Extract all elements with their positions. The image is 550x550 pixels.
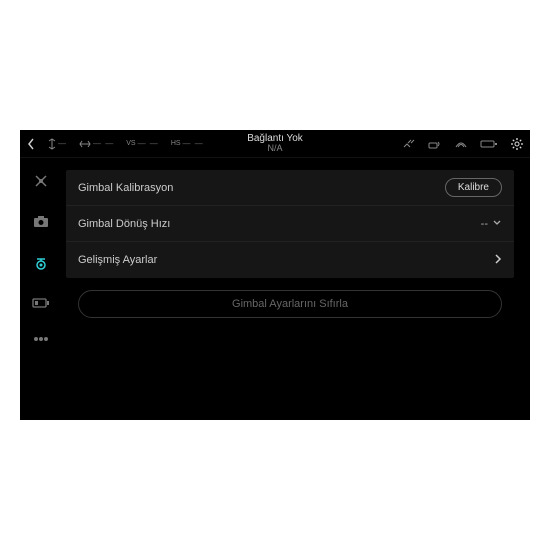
telemetry-altitude-icon: — xyxy=(48,138,67,150)
connection-subtitle: N/A xyxy=(247,144,303,154)
row-label: Gimbal Kalibrasyon xyxy=(78,182,173,194)
sidebar-item-general[interactable] xyxy=(33,334,49,345)
top-bar: — — — VS — — HS — — Bağlantı Yok N/A xyxy=(20,130,530,158)
settings-main: Gimbal Kalibrasyon Kalibre Gimbal Dönüş … xyxy=(62,158,530,420)
hd-signal-icon xyxy=(454,139,468,149)
telemetry-distance-icon: — — xyxy=(79,139,114,148)
rc-signal-icon xyxy=(428,139,442,149)
reset-label: Gimbal Ayarlarını Sıfırla xyxy=(232,298,348,310)
row-gimbal-calibration: Gimbal Kalibrasyon Kalibre xyxy=(66,170,514,206)
chevron-down-icon xyxy=(492,218,502,230)
connection-status: Bağlantı Yok N/A xyxy=(247,133,303,154)
row-gimbal-speed[interactable]: Gimbal Dönüş Hızı -- xyxy=(66,206,514,242)
settings-sidebar xyxy=(20,158,62,420)
telemetry-vspeed-icon: VS — — xyxy=(126,139,159,148)
row-advanced-settings[interactable]: Gelişmiş Ayarlar xyxy=(66,242,514,278)
settings-gear-icon[interactable] xyxy=(510,137,524,151)
telemetry-hspeed-icon: HS — — xyxy=(171,139,204,148)
reset-gimbal-button[interactable]: Gimbal Ayarlarını Sıfırla xyxy=(78,290,502,318)
battery-icon xyxy=(480,139,498,149)
sidebar-item-camera[interactable] xyxy=(32,215,50,232)
sidebar-item-aircraft[interactable] xyxy=(32,172,50,193)
app-window: — — — VS — — HS — — Bağlantı Yok N/A xyxy=(20,130,530,420)
back-icon[interactable] xyxy=(26,137,36,151)
row-label: Gimbal Dönüş Hızı xyxy=(78,218,170,230)
calibrate-button[interactable]: Kalibre xyxy=(445,178,502,197)
row-value: -- xyxy=(481,218,488,230)
sidebar-item-gimbal[interactable] xyxy=(32,254,50,275)
chevron-right-icon xyxy=(494,253,502,268)
satellite-icon xyxy=(402,138,416,150)
row-label: Gelişmiş Ayarlar xyxy=(78,254,157,266)
sidebar-item-battery[interactable] xyxy=(32,297,50,312)
gimbal-settings-panel: Gimbal Kalibrasyon Kalibre Gimbal Dönüş … xyxy=(66,170,514,278)
